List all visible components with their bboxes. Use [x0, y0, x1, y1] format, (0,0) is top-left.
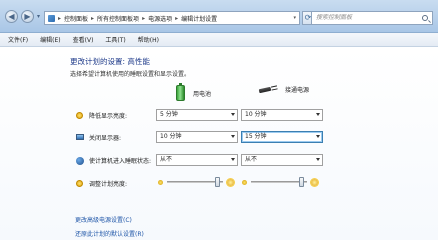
recent-pages-dropdown-icon[interactable]: ▾ — [37, 13, 40, 20]
chevron-down-icon — [231, 158, 235, 161]
sleep-battery-value: 从不 — [160, 156, 173, 163]
breadcrumb-edit-plan[interactable]: 编辑计划设置 — [181, 14, 217, 23]
dim-sun-icon — [158, 179, 163, 185]
chevron-down-icon — [316, 135, 320, 138]
back-icon[interactable]: ◀ — [5, 10, 18, 23]
control-panel-icon — [48, 14, 55, 22]
dim-display-battery-value: 5 分钟 — [160, 111, 178, 118]
turn-off-display-plugged-value: 15 分钟 — [245, 133, 267, 140]
bright-sun-icon — [227, 178, 234, 186]
breadcrumb-separator: ▸ — [91, 14, 95, 22]
chevron-down-icon — [231, 135, 235, 138]
battery-column-label: 用电池 — [193, 90, 212, 98]
chevron-down-icon — [231, 113, 235, 116]
turn-off-display-label: 关闭显示器: — [89, 135, 122, 142]
page-subtitle: 选择希望计算机使用的睡眠设置和显示设置。 — [70, 71, 191, 78]
bright-sun-icon — [311, 178, 318, 186]
breadcrumb-all-items[interactable]: 所有控制面板项 — [97, 14, 139, 23]
breadcrumb-separator: ▸ — [58, 14, 62, 22]
monitor-icon — [76, 133, 84, 142]
sleep-battery-select[interactable]: 从不 — [156, 154, 238, 166]
slider-track[interactable] — [251, 177, 307, 187]
battery-column-header: 用电池 — [176, 83, 212, 101]
brightness-label: 调整计划亮度: — [89, 181, 128, 188]
menu-bar: 文件(F) 编辑(E) 查看(V) 工具(T) 帮助(H) — [0, 33, 438, 47]
chevron-down-icon — [316, 158, 320, 161]
advanced-power-settings-link[interactable]: 更改高级电源设置(C) — [75, 215, 132, 224]
sleep-plugged-select[interactable]: 从不 — [241, 154, 323, 166]
page-title: 更改计划的设置: 高性能 — [70, 57, 150, 66]
address-bar[interactable]: ▸ 控制面板 ▸ 所有控制面板项 ▸ 电源选项 ▸ 编辑计划设置 ▾ — [44, 11, 300, 25]
search-icon[interactable] — [422, 15, 428, 21]
plugged-column-header: 接通电源 — [259, 85, 309, 94]
breadcrumb-separator: ▸ — [142, 14, 146, 22]
slider-thumb[interactable] — [215, 177, 221, 187]
search-input[interactable]: 搜索控制面板 — [311, 11, 433, 25]
dim-display-plugged-select[interactable]: 10 分钟 — [241, 109, 323, 121]
restore-defaults-link[interactable]: 还原此计划的默认设置(R) — [75, 229, 144, 238]
sun-icon — [76, 111, 84, 120]
menu-tools[interactable]: 工具(T) — [105, 35, 125, 44]
menu-edit[interactable]: 编辑(E) — [40, 35, 60, 44]
brightness-battery-slider[interactable] — [158, 177, 234, 187]
turn-off-display-battery-value: 10 分钟 — [160, 133, 182, 140]
sleep-plugged-value: 从不 — [245, 156, 258, 163]
breadcrumb-control-panel[interactable]: 控制面板 — [64, 14, 88, 23]
content-area — [0, 48, 438, 240]
menu-view[interactable]: 查看(V) — [73, 35, 94, 44]
turn-off-display-battery-select[interactable]: 10 分钟 — [156, 131, 238, 143]
sleep-label: 使计算机进入睡眠状态: — [89, 158, 152, 165]
battery-icon — [176, 83, 185, 101]
turn-off-display-plugged-select[interactable]: 15 分钟 — [241, 131, 323, 143]
brightness-plugged-slider[interactable] — [242, 177, 318, 187]
slider-thumb[interactable] — [299, 177, 305, 187]
window-titlebar: ◀ ▶ ▾ ▸ 控制面板 ▸ 所有控制面板项 ▸ 电源选项 ▸ 编辑计划设置 ▾… — [0, 0, 438, 33]
turn-off-display-row: 关闭显示器: — [76, 133, 121, 142]
brightness-row: 调整计划亮度: — [76, 179, 127, 188]
slider-track[interactable] — [167, 177, 223, 187]
chevron-down-icon — [316, 113, 320, 116]
dim-display-label: 降低显示亮度: — [89, 113, 128, 120]
breadcrumb-power-options[interactable]: 电源选项 — [148, 14, 172, 23]
forward-icon[interactable]: ▶ — [21, 10, 34, 23]
dim-display-battery-select[interactable]: 5 分钟 — [156, 109, 238, 121]
breadcrumb-separator: ▸ — [175, 14, 179, 22]
moon-icon — [76, 156, 84, 165]
dim-sun-icon — [242, 179, 247, 185]
brightness-icon — [76, 179, 84, 188]
sleep-row: 使计算机进入睡眠状态: — [76, 156, 151, 165]
plugged-column-label: 接通电源 — [285, 87, 310, 94]
dim-display-row: 降低显示亮度: — [76, 111, 127, 120]
dim-display-plugged-value: 10 分钟 — [245, 111, 267, 118]
search-placeholder: 搜索控制面板 — [316, 14, 353, 21]
power-plug-icon — [259, 86, 277, 94]
address-dropdown-icon[interactable]: ▾ — [293, 15, 296, 21]
menu-file[interactable]: 文件(F) — [8, 35, 28, 44]
menu-help[interactable]: 帮助(H) — [138, 35, 159, 44]
